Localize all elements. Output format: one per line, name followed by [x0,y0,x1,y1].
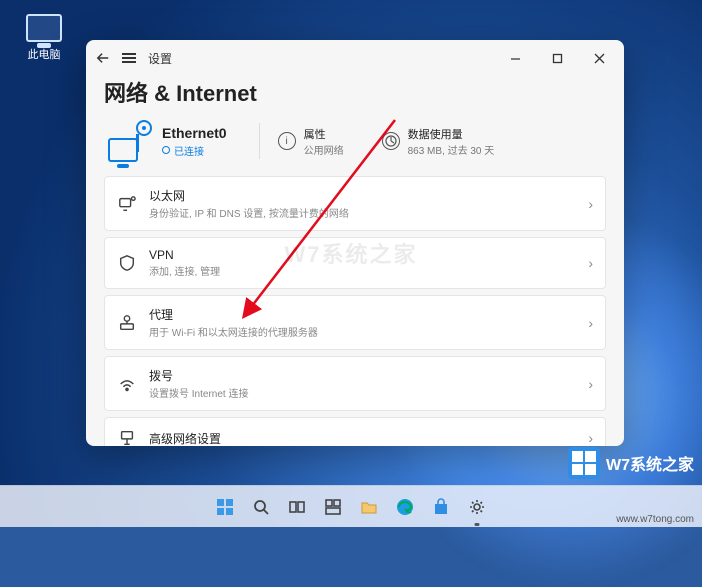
ethernet-icon [104,120,152,162]
item-title: 以太网 [149,187,576,204]
advanced-icon [117,428,137,446]
item-ethernet[interactable]: 以太网身份验证, IP 和 DNS 设置, 按流量计费的网络 › [104,176,606,231]
item-title: 代理 [149,306,576,323]
settings-window: 设置 网络 & Internet Ethernet0 已连接 i 属性 公用网络 [86,40,624,446]
close-button[interactable] [578,43,620,73]
desktop-icon-this-pc[interactable]: 此电脑 [14,14,74,62]
search-button[interactable] [246,492,276,522]
watermark-url: www.w7tong.com [616,514,694,525]
chevron-right-icon: › [588,255,593,271]
item-title: 拨号 [149,367,576,384]
data-usage-title: 数据使用量 [408,126,495,142]
ethernet-port-icon [117,194,137,214]
info-icon: i [278,132,296,150]
watermark: W7系统之家 [568,447,694,479]
item-vpn[interactable]: VPN添加, 连接, 管理 › [104,237,606,289]
data-usage-block[interactable]: 数据使用量 863 MB, 过去 30 天 [382,126,495,157]
widgets-button[interactable] [318,492,348,522]
desktop-icon-label: 此电脑 [14,46,74,62]
data-usage-icon [382,132,400,150]
store-button[interactable] [426,492,456,522]
data-usage-subtitle: 863 MB, 过去 30 天 [408,142,495,157]
dialup-icon [117,374,137,394]
properties-block[interactable]: i 属性 公用网络 [278,126,344,157]
connection-name: Ethernet0 [162,125,227,141]
chevron-right-icon: › [588,196,593,212]
chevron-right-icon: › [588,315,593,331]
item-title: VPN [149,248,576,262]
titlebar: 设置 [86,40,624,76]
settings-list: 以太网身份验证, IP 和 DNS 设置, 按流量计费的网络 › VPN添加, … [104,176,606,446]
properties-subtitle: 公用网络 [304,142,344,157]
menu-button[interactable] [122,51,136,65]
page-title: 网络 & Internet [104,76,606,108]
divider [259,123,260,159]
proxy-icon [117,313,137,333]
item-advanced[interactable]: 高级网络设置 › [104,417,606,446]
task-view-button[interactable] [282,492,312,522]
edge-button[interactable] [390,492,420,522]
watermark-logo-icon [568,447,600,479]
start-button[interactable] [210,492,240,522]
taskbar [0,485,702,527]
item-proxy[interactable]: 代理用于 Wi-Fi 和以太网连接的代理服务器 › [104,295,606,350]
connection-status-row: Ethernet0 已连接 i 属性 公用网络 数据使用量 863 MB, 过去… [104,120,606,162]
window-title: 设置 [148,50,172,67]
shield-icon [117,253,137,273]
chevron-right-icon: › [588,430,593,446]
watermark-text: W7系统之家 [606,451,694,475]
computer-icon [26,14,62,42]
item-subtitle: 设置拨号 Internet 连接 [149,385,576,400]
properties-title: 属性 [304,126,344,142]
item-subtitle: 用于 Wi-Fi 和以太网连接的代理服务器 [149,324,576,339]
settings-taskbar-button[interactable] [462,492,492,522]
connection-status: 已连接 [162,143,227,158]
maximize-button[interactable] [536,43,578,73]
minimize-button[interactable] [494,43,536,73]
explorer-button[interactable] [354,492,384,522]
back-button[interactable] [96,51,110,65]
item-dialup[interactable]: 拨号设置拨号 Internet 连接 › [104,356,606,411]
item-subtitle: 身份验证, IP 和 DNS 设置, 按流量计费的网络 [149,205,576,220]
chevron-right-icon: › [588,376,593,392]
item-subtitle: 添加, 连接, 管理 [149,263,576,278]
item-title: 高级网络设置 [149,430,576,447]
